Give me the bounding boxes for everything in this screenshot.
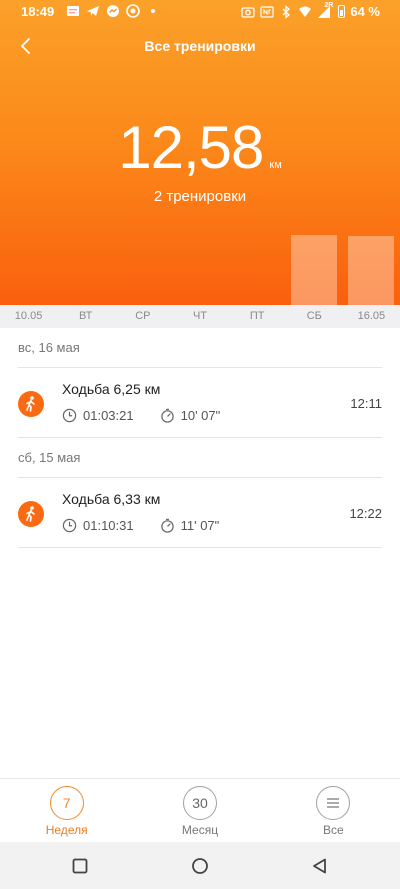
period-tab-bar: 7 Неделя 30 Месяц Все xyxy=(0,778,400,842)
walking-icon xyxy=(18,391,44,417)
chart-day-axis: 10.05 ВТ СР ЧТ ПТ СБ 16.05 xyxy=(0,305,400,328)
dot-icon xyxy=(151,9,155,13)
tab-month-number: 30 xyxy=(182,786,217,820)
workout-title: Ходьба 6,33 км xyxy=(62,491,161,507)
clock-icon xyxy=(62,408,77,423)
recent-apps-icon[interactable] xyxy=(70,856,90,876)
total-distance: 12,58 км xyxy=(0,113,400,182)
system-icons: 2R 64 % xyxy=(241,1,380,19)
total-distance-value: 12,58 xyxy=(118,114,264,181)
chart-day-label: ЧТ xyxy=(192,310,208,322)
tab-all-label: Все xyxy=(322,823,344,837)
workouts-count: 2 тренировки xyxy=(153,188,247,205)
workout-duration: 01:10:31 xyxy=(83,518,134,533)
divider xyxy=(18,547,382,548)
workout-row[interactable]: Ходьба 6,33 км 01:10:31 11' 07" 12:22 xyxy=(0,478,400,548)
hero-header: 18:49 2R 64 % Все тренировки 12,58 км 2 т… xyxy=(0,0,400,305)
network-label: 2R xyxy=(324,1,334,9)
tab-week-number: 7 xyxy=(49,786,84,820)
menu-lines-icon xyxy=(316,786,351,820)
clock-icon xyxy=(62,518,77,533)
battery-percent: 64 % xyxy=(350,4,380,19)
workout-pace: 11' 07" xyxy=(180,518,220,533)
section-date: вс, 16 мая xyxy=(18,340,80,355)
camera-icon xyxy=(241,6,256,18)
app-icon xyxy=(126,4,140,18)
chart-day-label: 10.05 xyxy=(14,310,43,322)
chart-day-label: СР xyxy=(135,310,151,322)
chart-day-label: СБ xyxy=(306,310,322,322)
section-date: сб, 15 мая xyxy=(18,450,81,465)
page-title: Все тренировки xyxy=(144,38,256,54)
chart-day-label: ВТ xyxy=(79,310,93,322)
workout-row[interactable]: Ходьба 6,25 км 01:03:21 10' 07" 12:11 xyxy=(0,368,400,438)
notification-icons xyxy=(66,4,160,18)
workout-meta: 01:10:31 11' 07" xyxy=(62,518,219,533)
nfc-icon xyxy=(260,5,274,18)
tab-month-label: Месяц xyxy=(181,823,219,837)
tab-month[interactable]: 30 Месяц xyxy=(133,779,266,842)
message-icon xyxy=(67,6,79,16)
pace-icon xyxy=(160,518,174,533)
chart-day-label: 16.05 xyxy=(357,310,386,322)
system-nav-bar xyxy=(0,842,400,889)
divider xyxy=(18,437,382,438)
workout-title: Ходьба 6,25 км xyxy=(62,381,161,397)
wifi-icon xyxy=(299,6,312,17)
telegram-icon xyxy=(87,6,99,16)
tab-week-label: Неделя xyxy=(45,823,88,837)
walking-icon xyxy=(18,501,44,527)
workout-time: 12:22 xyxy=(349,506,382,521)
chart-bar[interactable] xyxy=(348,236,394,305)
back-triangle-icon[interactable] xyxy=(310,856,330,876)
chart-day-label: ПТ xyxy=(249,310,265,322)
signal-icon: 2R xyxy=(317,1,334,19)
total-distance-unit: км xyxy=(269,159,282,171)
workout-time: 12:11 xyxy=(350,396,382,411)
workout-duration: 01:03:21 xyxy=(83,408,134,423)
tab-week[interactable]: 7 Неделя xyxy=(0,779,133,842)
home-icon[interactable] xyxy=(190,856,210,876)
workout-meta: 01:03:21 10' 07" xyxy=(62,408,220,423)
chart-bar[interactable] xyxy=(291,235,337,305)
status-time: 18:49 xyxy=(21,4,55,19)
messenger-icon xyxy=(107,5,119,17)
status-bar: 18:49 2R 64 % xyxy=(0,0,400,24)
pace-icon xyxy=(160,408,174,423)
battery-icon xyxy=(338,5,346,18)
tab-all[interactable]: Все xyxy=(267,779,400,842)
bluetooth-icon xyxy=(282,4,291,19)
workout-pace: 10' 07" xyxy=(180,408,221,423)
